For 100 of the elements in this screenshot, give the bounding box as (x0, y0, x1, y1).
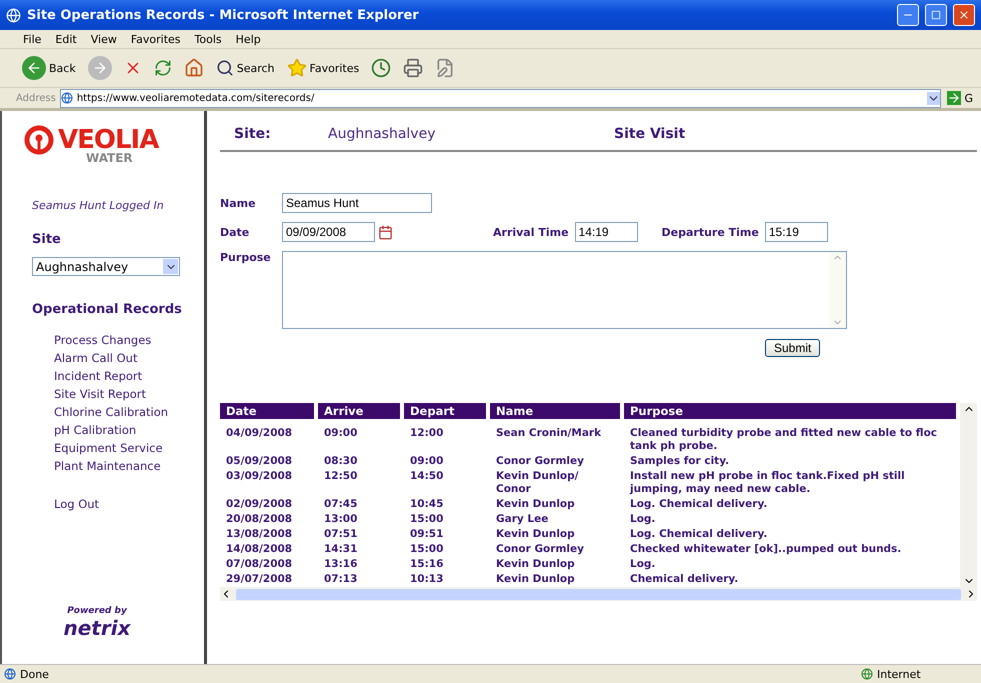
address-field[interactable]: https://www.veoliaremotedata.com/siterecords/ (60, 88, 942, 108)
table-cell-text: Checked whitewater [ok]..pumped out bunds. (629, 542, 902, 557)
column-header: Name (490, 403, 620, 419)
site-select[interactable]: Aughnashalvey (32, 257, 180, 276)
favorites-button[interactable]: Favorites (284, 56, 362, 80)
arrival-label: Arrival Time (493, 226, 569, 238)
table-cell-text: Kevin Dunlop (495, 497, 576, 512)
page-icon (60, 92, 73, 104)
logout-link[interactable]: Log Out (54, 495, 204, 513)
sidebar-link[interactable]: pH Calibration (54, 421, 204, 439)
table-cell-text: Cleaned turbidity probe and fitted new cable to floc tank ph probe. (629, 426, 938, 454)
back-button[interactable]: Back (20, 54, 78, 82)
veolia-logo: VEOLIA WATER (24, 125, 204, 165)
departure-label: Departure Time (662, 226, 759, 238)
table-cell-text: 13/08/2008 (225, 527, 294, 542)
table-cell-text: 07:51 (323, 527, 358, 542)
search-icon (216, 59, 234, 77)
table-cell-text: 09:00 (409, 454, 444, 469)
table-cell-text: Sean Cronin/Mark (495, 426, 602, 441)
submit-button[interactable]: Submit (765, 339, 820, 357)
page-icon (4, 668, 16, 680)
table-cell-text: 10:45 (409, 497, 444, 512)
departure-field[interactable]: 15:19 (764, 222, 828, 242)
maximize-button[interactable] (925, 4, 947, 26)
date-label: Date (220, 226, 250, 238)
column-header: Purpose (624, 403, 956, 419)
column-header: Date (220, 403, 314, 419)
logged-in-user: Seamus Hunt Logged In (32, 199, 165, 212)
table-cell-text: 07:13 (323, 572, 358, 587)
table-cell-text: Kevin Dunlop (495, 527, 576, 542)
zone-text: Internet (877, 668, 922, 680)
close-button[interactable] (953, 4, 975, 26)
calendar-icon[interactable] (378, 224, 393, 240)
table-cell-text: 14:31 (323, 542, 358, 557)
table-cell-text: 13:16 (323, 557, 358, 572)
table-cell-text: 07/08/2008 (225, 557, 294, 572)
sidebar-link[interactable]: Equipment Service (54, 439, 204, 457)
table-cell-text: 15:16 (409, 557, 444, 572)
date-field[interactable]: 09/09/2008 (282, 222, 375, 242)
sidebar-link[interactable]: Chlorine Calibration (54, 403, 204, 421)
site-label: Site: (234, 126, 272, 142)
table-cell-text: Gary Lee (495, 512, 550, 527)
arrival-field[interactable]: 14:19 (574, 222, 638, 242)
table-cell-text: 07:45 (323, 497, 358, 512)
table-cell-text: Kevin Dunlop (495, 572, 576, 587)
table-cell-text: Conor Gormley (495, 454, 585, 469)
page-title: Site Visit (614, 126, 686, 142)
table-cell-text: 10:13 (409, 572, 444, 587)
table-cell-text: 02/09/2008 (225, 497, 294, 512)
records-heading: Operational Records (32, 302, 183, 317)
table-cell-text: 09:51 (409, 527, 444, 542)
purpose-label: Purpose (220, 251, 272, 264)
name-field[interactable]: Seamus Hunt (282, 193, 432, 213)
edit-icon (435, 58, 456, 78)
sidebar-link[interactable]: Alarm Call Out (54, 349, 204, 367)
maximize-icon (931, 10, 941, 20)
menu-item[interactable]: Help (230, 32, 266, 46)
go-button[interactable]: G (945, 89, 975, 107)
search-button[interactable]: Search (214, 57, 277, 79)
table-cell-text: 05/09/2008 (225, 454, 294, 469)
sidebar-link[interactable]: Site Visit Report (54, 385, 204, 403)
window-title: Site Operations Records - Microsoft Internet Explorer (27, 8, 420, 22)
table-cell-text: Kevin Dunlop (495, 557, 576, 572)
table-cell-text: Install new pH probe in floc tank.Fixed pH still jumping, may need new cable. (628, 469, 906, 497)
home-icon (184, 58, 204, 78)
menu-item[interactable]: Favorites (126, 32, 186, 46)
column-header: Depart (404, 403, 486, 419)
printer-icon (403, 58, 424, 78)
table-cell-text: Conor Gormley (495, 542, 585, 557)
menu-item[interactable]: File (18, 32, 46, 46)
dropdown-icon[interactable] (163, 259, 178, 274)
table-cell-text: Log. Chemical delivery. (629, 527, 768, 542)
dropdown-icon[interactable] (927, 92, 940, 104)
column-header: Arrive (318, 403, 400, 419)
table-cell-text: Log. (629, 512, 656, 527)
site-name: Aughnashalvey (328, 126, 436, 142)
site-heading: Site (32, 232, 62, 247)
table-cell-text: 08:30 (323, 454, 358, 469)
menu-item[interactable]: Tools (190, 32, 227, 46)
star-icon (286, 58, 307, 78)
sidebar-link[interactable]: Process Changes (54, 331, 204, 349)
table-cell-text: 15:00 (409, 542, 444, 557)
menu-item[interactable]: View (86, 32, 122, 46)
table-cell-text: 04/09/2008 (225, 426, 294, 441)
close-icon (958, 9, 970, 21)
vertical-scrollbar[interactable] (960, 403, 977, 587)
horizontal-scrollbar[interactable] (220, 587, 977, 601)
table-cell-text: 03/09/2008 (225, 469, 294, 484)
table-cell-text: 12:00 (409, 426, 444, 441)
table-cell-text: Samples for city. (629, 454, 730, 469)
minimize-button[interactable] (897, 4, 919, 26)
table-cell-text: 14/08/2008 (225, 542, 294, 557)
sidebar-link[interactable]: Plant Maintenance (54, 457, 204, 475)
table-cell-text: Log. (629, 557, 656, 572)
clock-icon (371, 58, 392, 78)
sidebar-link[interactable]: Incident Report (54, 367, 204, 385)
table-cell-text: 12:50 (323, 469, 358, 484)
browser-icon (6, 8, 21, 22)
refresh-icon (154, 59, 172, 77)
menu-item[interactable]: Edit (50, 32, 82, 46)
